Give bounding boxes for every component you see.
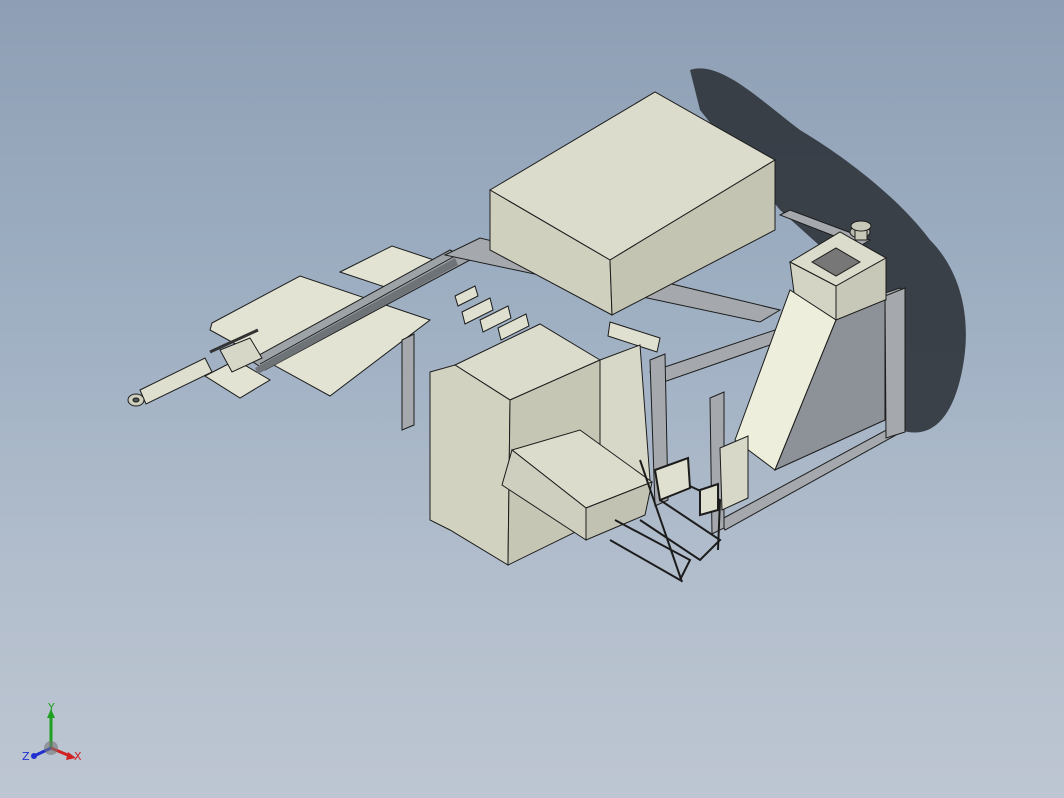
x-axis-label: X: [74, 750, 82, 763]
machine-assembly-model[interactable]: [0, 0, 1064, 798]
triad-origin: [44, 741, 58, 755]
cad-viewport[interactable]: Y X Z: [0, 0, 1064, 798]
orientation-triad: Y X Z: [22, 701, 82, 763]
side-panel[interactable]: [719, 435, 749, 511]
z-axis-label: Z: [22, 750, 30, 763]
z-marker: [31, 753, 37, 759]
y-axis-label: Y: [47, 701, 55, 714]
